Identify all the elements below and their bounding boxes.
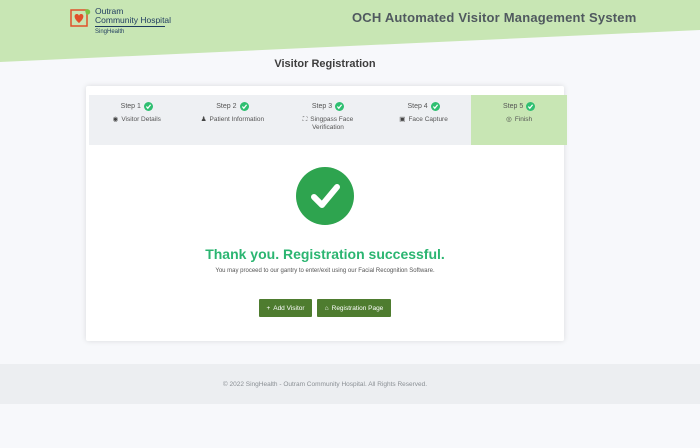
check-icon bbox=[430, 102, 440, 111]
home-icon: ⌂ bbox=[324, 304, 329, 312]
check-icon bbox=[143, 102, 153, 111]
step-progress-bar: Step 1 ◉ Visitor Details Step 2 ♟ Patient … bbox=[89, 95, 567, 145]
success-message: You may proceed to our gantry to enter/e… bbox=[215, 268, 435, 274]
logo-line-2: Community Hospital bbox=[95, 15, 172, 25]
step-5-title: Finish bbox=[514, 116, 533, 123]
hospital-logo[interactable]: Outram Community Hospital SingHealth bbox=[70, 7, 171, 37]
footer: © 2022 SingHealth - Outram Community Hos… bbox=[0, 364, 700, 404]
registration-page-button[interactable]: ⌂ Registration Page bbox=[317, 299, 391, 317]
check-icon bbox=[239, 102, 249, 111]
success-title: Thank you. Registration successful. bbox=[205, 246, 445, 262]
add-visitor-label: Add Visitor bbox=[273, 304, 305, 312]
step-5-label: Step 5 bbox=[503, 103, 524, 110]
add-visitor-button[interactable]: + Add Visitor bbox=[259, 299, 312, 317]
step-3: Step 3 ⛶ Singpass Face Verification bbox=[280, 95, 376, 145]
step-5: Step 5 ◎ Finish bbox=[471, 95, 567, 145]
face-scan-icon: ⛶ bbox=[302, 116, 308, 123]
success-check-icon bbox=[296, 167, 354, 225]
check-icon bbox=[335, 102, 345, 111]
plus-icon: + bbox=[266, 304, 271, 312]
camera-icon: ▣ bbox=[399, 116, 406, 123]
step-1: Step 1 ◉ Visitor Details bbox=[89, 95, 185, 145]
user-circle-icon: ◉ bbox=[112, 116, 119, 123]
check-circle-icon: ◎ bbox=[506, 116, 512, 123]
step-1-title: Visitor Details bbox=[121, 116, 161, 123]
step-4-title: Face Capture bbox=[408, 116, 448, 123]
step-3-label: Step 3 bbox=[311, 103, 333, 110]
user-icon: ♟ bbox=[200, 116, 207, 123]
logo-divider bbox=[95, 26, 165, 27]
step-1-label: Step 1 bbox=[120, 103, 141, 110]
step-4-label: Step 4 bbox=[407, 103, 428, 110]
copyright-text: © 2022 SingHealth - Outram Community Hos… bbox=[222, 380, 428, 388]
step-4: Step 4 ▣ Face Capture bbox=[376, 95, 472, 145]
step-2-label: Step 2 bbox=[216, 103, 237, 110]
app-title: OCH Automated Visitor Management System bbox=[352, 10, 637, 25]
step-2-title: Patient Information bbox=[209, 116, 265, 123]
logo-subtitle: SingHealth bbox=[95, 29, 125, 35]
check-icon bbox=[526, 102, 536, 111]
page-title: Visitor Registration bbox=[274, 58, 376, 70]
registration-page-label: Registration Page bbox=[331, 304, 384, 312]
step-3-title: Singpass Face Verification bbox=[310, 116, 354, 131]
step-2: Step 2 ♟ Patient Information bbox=[185, 95, 281, 145]
success-panel: Thank you. Registration successful. You … bbox=[92, 148, 562, 326]
heart-logo-icon bbox=[70, 7, 92, 29]
